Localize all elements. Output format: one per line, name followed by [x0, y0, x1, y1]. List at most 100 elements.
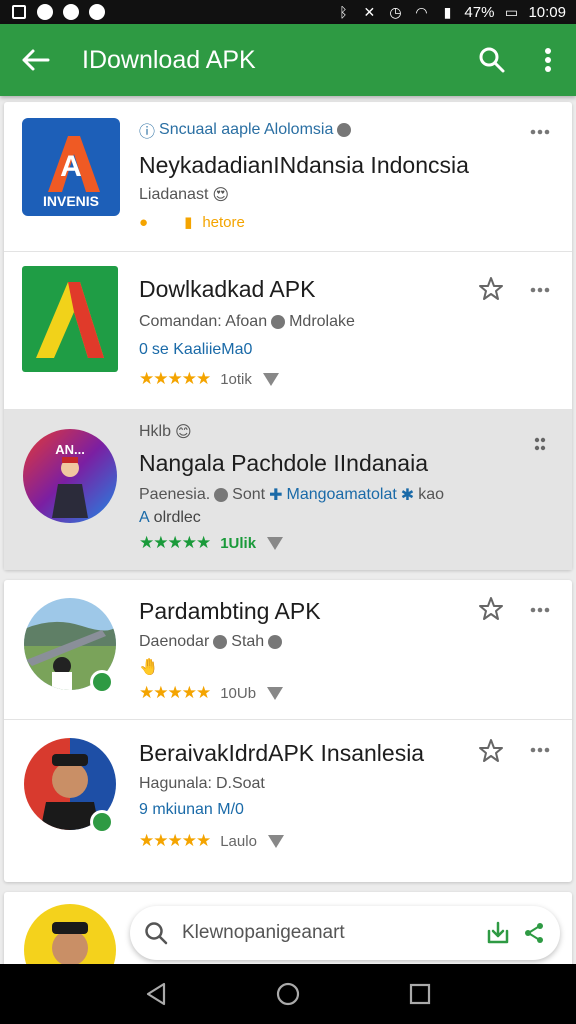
square-recents-icon: [409, 983, 431, 1005]
app-emoji-row: 🤚: [139, 657, 552, 677]
emoji-icon: 😊: [175, 424, 192, 441]
app-link[interactable]: 0 se KaaliieMa0: [139, 341, 552, 359]
star-outline-icon: [479, 739, 503, 762]
page-title: IDownload APK: [82, 45, 256, 74]
share-icon[interactable]: [522, 921, 546, 945]
search-icon: [145, 922, 168, 945]
triangle-back-icon: [146, 982, 166, 1006]
drag-dots-icon: [534, 437, 546, 451]
app-meta: ★★★★★ 10Ub: [139, 683, 552, 703]
search-button[interactable]: [464, 24, 520, 96]
list-item[interactable]: Pardambting APK Daenodar Stah 🤚 ★★★★★ 10…: [4, 580, 572, 720]
coin-icon: ●: [139, 213, 149, 231]
bluetooth-icon: ᛒ: [339, 4, 348, 20]
item-menu-button[interactable]: [526, 738, 554, 762]
notification-icon: [62, 4, 80, 20]
battery-percent: 47%: [464, 3, 495, 21]
app-info: ⓘ Sncuaal aaple Alolomsia NeykadadianINd…: [139, 118, 552, 231]
more-horiz-icon: [530, 287, 550, 293]
home-nav-button[interactable]: [268, 974, 308, 1014]
notification-icon: [88, 4, 106, 20]
item-menu-button[interactable]: [526, 278, 554, 302]
app-developer: Comandan: Afoan Mdrolake: [139, 313, 355, 330]
app-card-group: Pardambting APK Daenodar Stah 🤚 ★★★★★ 10…: [4, 580, 572, 882]
app-card-group: A INVENIS ⓘ Sncuaal aaple Alolomsia Neyk…: [4, 102, 572, 570]
notification-icon: [36, 4, 54, 20]
signal-icon: ▮: [443, 3, 452, 20]
app-icon: [22, 596, 118, 694]
shield-icon: [267, 835, 284, 848]
app-meta: ● ▮ hetore: [139, 213, 552, 232]
download-icon[interactable]: [486, 921, 510, 945]
app-icon-letter: AN...: [55, 442, 85, 457]
app-extra: hetore: [202, 213, 245, 231]
more-horiz-icon: [530, 129, 550, 135]
badge-icon: [214, 488, 229, 502]
badge-icon: [268, 635, 283, 649]
more-vert-icon: [545, 48, 551, 72]
search-input[interactable]: Klewnopanigeanart: [182, 922, 345, 944]
wifi-icon: ◠: [415, 3, 428, 20]
download-count: 1otik: [220, 370, 252, 388]
app-icon-letter: A: [60, 150, 82, 183]
shield-icon: [262, 373, 279, 386]
list-item[interactable]: Dowlkadkad APK Comandan: Afoan Mdrolake …: [4, 252, 572, 410]
download-count: 1Ulik: [220, 534, 257, 552]
recents-nav-button[interactable]: [400, 974, 440, 1014]
plus-icon: ✚: [269, 487, 283, 504]
star-outline-icon: [479, 277, 503, 300]
circle-home-icon: [276, 982, 300, 1006]
item-menu-button[interactable]: [526, 120, 554, 144]
emoji-icon: 😍: [212, 187, 230, 204]
shield-icon: [267, 537, 284, 550]
app-meta: ★★★★★ Laulo: [139, 831, 552, 851]
shield-icon: [267, 687, 284, 700]
badge-icon: [271, 315, 286, 329]
app-link[interactable]: A olrdlec: [139, 509, 552, 527]
search-actions: [486, 921, 546, 945]
list-item[interactable]: BeraivakIdrdAPK Insanlesia Hagunala: D.S…: [4, 720, 572, 882]
download-count: 10Ub: [220, 684, 257, 702]
star-outline-icon: [479, 597, 503, 620]
item-menu-button[interactable]: [526, 598, 554, 622]
alarm-icon: ◷: [389, 3, 402, 20]
app-icon: [22, 266, 118, 372]
arrow-left-icon: [22, 49, 50, 71]
favorite-button[interactable]: [476, 594, 506, 624]
back-nav-button[interactable]: [136, 974, 176, 1014]
favorite-button[interactable]: [476, 274, 506, 304]
favorite-button[interactable]: [476, 736, 506, 766]
app-meta: ★★★★★ 1Ulik: [139, 533, 552, 553]
more-horiz-icon: [530, 607, 550, 613]
search-icon: [479, 47, 505, 73]
app-developer: Hagunala: D.Soat: [139, 775, 265, 792]
app-developer: Paenesia. Sont ✚ Mangoamatolat ✱ kao: [139, 486, 444, 504]
back-button[interactable]: [0, 24, 70, 96]
overflow-menu-button[interactable]: [520, 24, 576, 96]
app-title: Nangala Pachdole IIndanaia: [139, 450, 429, 476]
app-publisher: Hklb 😊: [139, 423, 192, 441]
badge-icon: [337, 123, 352, 137]
drag-handle[interactable]: [526, 432, 554, 456]
app-icon: A INVENIS: [22, 118, 120, 216]
app-list[interactable]: A INVENIS ⓘ Sncuaal aaple Alolomsia Neyk…: [0, 96, 576, 964]
globe-icon: ✱: [400, 487, 415, 504]
app-icon: AN...: [22, 428, 118, 524]
more-horiz-icon: [530, 747, 550, 753]
verified-icon: ⓘ: [139, 124, 156, 141]
app-publisher: ⓘ Sncuaal aaple Alolomsia: [139, 118, 552, 142]
search-bar[interactable]: Klewnopanigeanart: [130, 906, 560, 960]
app-icon: [22, 736, 118, 834]
battery-icon: ▭: [504, 3, 519, 20]
list-item[interactable]: AN... Hklb 😊 Nangala Pachdole IIndanaia …: [4, 410, 572, 570]
list-item[interactable]: A INVENIS ⓘ Sncuaal aaple Alolomsia Neyk…: [4, 102, 572, 252]
app-bar: IDownload APK: [0, 24, 576, 96]
app-info: Hklb 😊 Nangala Pachdole IIndanaia Paenes…: [139, 422, 552, 553]
app-title: NeykadadianINdansia Indoncsia: [139, 152, 469, 178]
app-icon: [22, 902, 118, 964]
app-developer: Liadanast 😍: [139, 186, 230, 204]
rating-stars: ★★★★★: [139, 369, 211, 388]
app-link[interactable]: 9 mkiunan M/0: [139, 801, 552, 819]
badge-icon: [213, 635, 228, 649]
app-developer: Daenodar Stah: [139, 633, 552, 651]
